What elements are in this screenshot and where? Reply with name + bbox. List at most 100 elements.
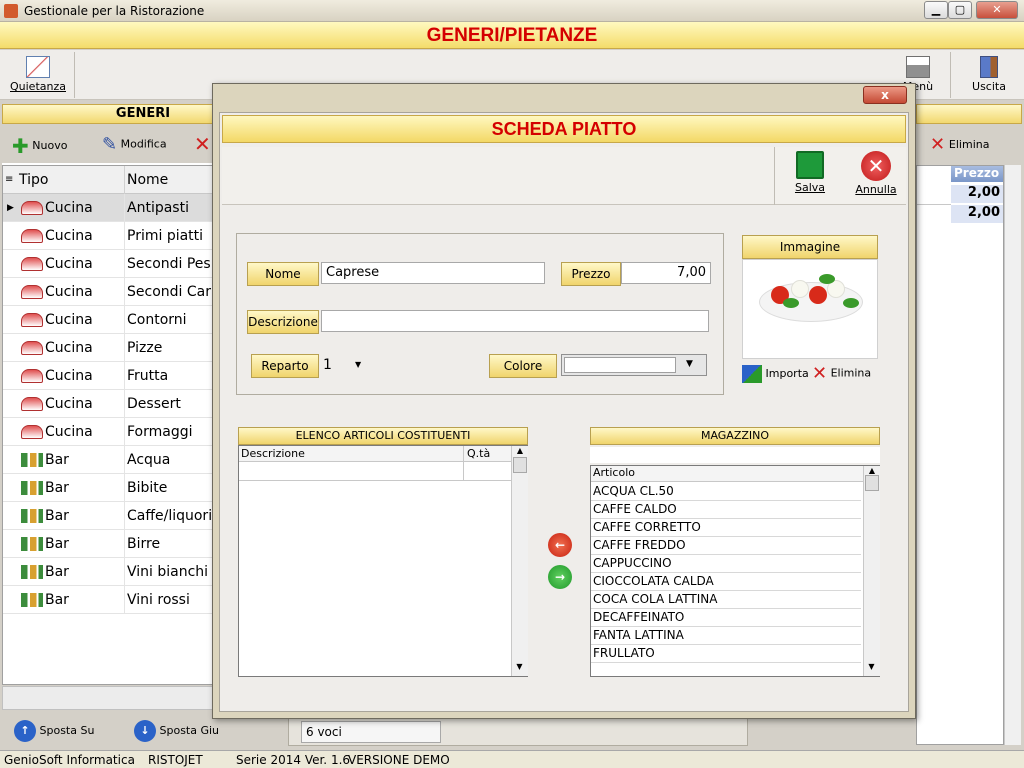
reparto-select[interactable]: 1 ▼ <box>323 354 369 376</box>
list-item[interactable]: CAFFE CORRETTO <box>591 519 861 537</box>
table-row[interactable]: Cucina Formaggi <box>3 418 213 446</box>
descrizione-input[interactable] <box>321 310 709 332</box>
col-nome[interactable]: Nome <box>127 166 168 194</box>
scroll-down-icon[interactable]: ▼ <box>512 662 527 671</box>
table-row[interactable]: Cucina Dessert <box>3 390 213 418</box>
cell-nome: Bibite <box>127 480 168 496</box>
scroll-up-icon[interactable]: ▲ <box>512 446 528 455</box>
close-window-button[interactable]: ✕ <box>976 1 1018 19</box>
scroll-thumb[interactable] <box>513 457 527 473</box>
list-item[interactable]: DECAFFEINATO <box>591 609 861 627</box>
articoli-list-header: Descrizione Q.tà <box>239 446 511 480</box>
cell-nome: Acqua <box>127 452 171 468</box>
annulla-button[interactable]: ✕ Annulla <box>848 151 904 196</box>
window-title: Gestionale per la Ristorazione <box>24 4 205 18</box>
dialog-banner: SCHEDA PIATTO <box>222 115 906 143</box>
app-icon <box>4 4 18 18</box>
cell-nome: Pizze <box>127 340 163 356</box>
page-title: GENERI/PIETANZE <box>426 25 598 46</box>
colore-swatch <box>564 357 676 373</box>
col-tipo[interactable]: Tipo <box>17 166 125 194</box>
table-row[interactable]: Bar Vini bianchi <box>3 558 213 586</box>
nuovo-button[interactable]: ✚ Nuovo <box>12 134 67 158</box>
cell-nome: Primi piatti <box>127 228 204 244</box>
mozzarella-shape <box>791 280 809 298</box>
sposta-su-button[interactable]: ↑ Sposta Su <box>14 720 94 742</box>
table-row[interactable]: Cucina Secondi Carn <box>3 278 220 306</box>
table-row[interactable]: Bar Acqua <box>3 446 213 474</box>
delete-x-icon[interactable]: ✕ <box>194 132 211 156</box>
sposta-giu-button[interactable]: ↓ Sposta Giu <box>134 720 219 742</box>
table-row[interactable]: Bar Vini rossi <box>3 586 213 614</box>
columns-icon[interactable]: ≡ <box>5 166 13 194</box>
modifica-button[interactable]: ✎ Modifica <box>102 134 167 155</box>
prezzo-cell[interactable]: 2,00 <box>951 205 1003 223</box>
minimize-button[interactable]: ▁ <box>924 1 948 19</box>
magazzino-list: Articolo ACQUA CL.50 CAFFE CALDO CAFFE COR… <box>590 465 880 677</box>
table-row[interactable]: ▶ Cucina Antipasti <box>3 194 213 222</box>
save-disk-icon <box>796 151 824 179</box>
list-item[interactable]: CAFFE CALDO <box>591 501 861 519</box>
dialog-close-button[interactable]: x <box>863 86 907 104</box>
nuovo-label: Nuovo <box>32 139 68 152</box>
list-item[interactable]: CIOCCOLATA CALDA <box>591 573 861 591</box>
pietanze-footer: 6 voci <box>288 716 748 746</box>
prezzo-cell[interactable]: 2,00 <box>951 185 1003 203</box>
uscita-button[interactable]: Uscita <box>964 56 1014 93</box>
table-row[interactable]: Cucina Secondi Pes <box>3 250 213 278</box>
maximize-button[interactable]: ▢ <box>948 1 972 19</box>
list-item[interactable]: CAFFE FREDDO <box>591 537 861 555</box>
cell-nome: Antipasti <box>127 200 189 216</box>
arrow-left-icon[interactable]: ← <box>548 533 572 557</box>
dialog-body: SCHEDA PIATTO Salva ✕ Annulla Nome Capre… <box>219 112 909 712</box>
piatto-image[interactable] <box>742 259 878 359</box>
salva-button[interactable]: Salva <box>788 151 832 194</box>
table-row[interactable]: Bar Bibite <box>3 474 213 502</box>
table-row[interactable]: Cucina Frutta <box>3 362 213 390</box>
table-row[interactable]: Cucina Primi piatti <box>3 222 213 250</box>
col-prezzo[interactable]: Prezzo <box>951 166 1003 182</box>
list-item[interactable]: CAPPUCCINO <box>591 555 861 573</box>
pietanze-elimina-button[interactable]: ✕ Elimina <box>930 134 989 155</box>
page-banner: GENERI/PIETANZE <box>0 22 1024 49</box>
nome-input[interactable]: Caprese <box>321 262 545 284</box>
generi-rows: ▶ Cucina Antipasti Cucina Primi piatti Cucina… <box>3 194 220 614</box>
basil-shape <box>843 298 859 308</box>
magazzino-header: MAGAZZINO <box>590 427 880 445</box>
colore-select[interactable]: ▼ <box>561 354 707 376</box>
col-qta[interactable]: Q.tà <box>467 447 490 460</box>
generi-table-footer <box>2 686 214 710</box>
elimina-immagine-label: Elimina <box>830 366 872 380</box>
elimina-immagine-button[interactable]: ✕ Elimina <box>812 363 871 384</box>
row-pointer-icon: ▶ <box>7 203 14 213</box>
scroll-down-icon[interactable]: ▼ <box>864 662 879 671</box>
table-row[interactable]: Cucina Contorni <box>3 306 213 334</box>
magazzino-filter[interactable] <box>590 447 880 463</box>
table-row[interactable]: Bar Birre <box>3 530 213 558</box>
table-row[interactable]: Cucina Pizze <box>3 334 213 362</box>
window-titlebar: Gestionale per la Ristorazione ▁ ▢ ✕ <box>0 0 1024 22</box>
prezzo-input[interactable]: 7,00 <box>621 262 711 284</box>
col-descrizione[interactable]: Descrizione <box>241 447 305 460</box>
list-item[interactable]: FRULLATO <box>591 645 861 663</box>
list-item[interactable]: COCA COLA LATTINA <box>591 591 861 609</box>
list-item[interactable]: ACQUA CL.50 <box>591 483 861 501</box>
arrow-right-icon[interactable]: → <box>548 565 572 589</box>
status-product: RISTOJET <box>148 753 203 767</box>
scroll-up-icon[interactable]: ▲ <box>864 466 880 475</box>
table-row[interactable]: Bar Caffe/liquori <box>3 502 213 530</box>
pietanze-scrollbar[interactable] <box>1004 165 1021 745</box>
list-item[interactable]: FANTA LATTINA <box>591 627 861 645</box>
reparto-label: Reparto <box>251 354 319 378</box>
articoli-scrollbar[interactable]: ▲ ▼ <box>511 446 528 676</box>
pencil-icon: ✎ <box>102 134 118 155</box>
cell-tipo: Cucina <box>17 334 125 362</box>
quietanza-button[interactable]: Quietanza <box>8 56 68 93</box>
cell-tipo: Cucina <box>17 278 125 306</box>
magazzino-scrollbar[interactable]: ▲ ▼ <box>863 466 880 676</box>
col-articolo[interactable]: Articolo <box>591 466 863 482</box>
sposta-giu-label: Sposta Giu <box>159 724 220 737</box>
scroll-thumb[interactable] <box>865 475 879 491</box>
importa-button[interactable]: Importa <box>742 365 809 383</box>
salva-label: Salva <box>794 181 826 194</box>
